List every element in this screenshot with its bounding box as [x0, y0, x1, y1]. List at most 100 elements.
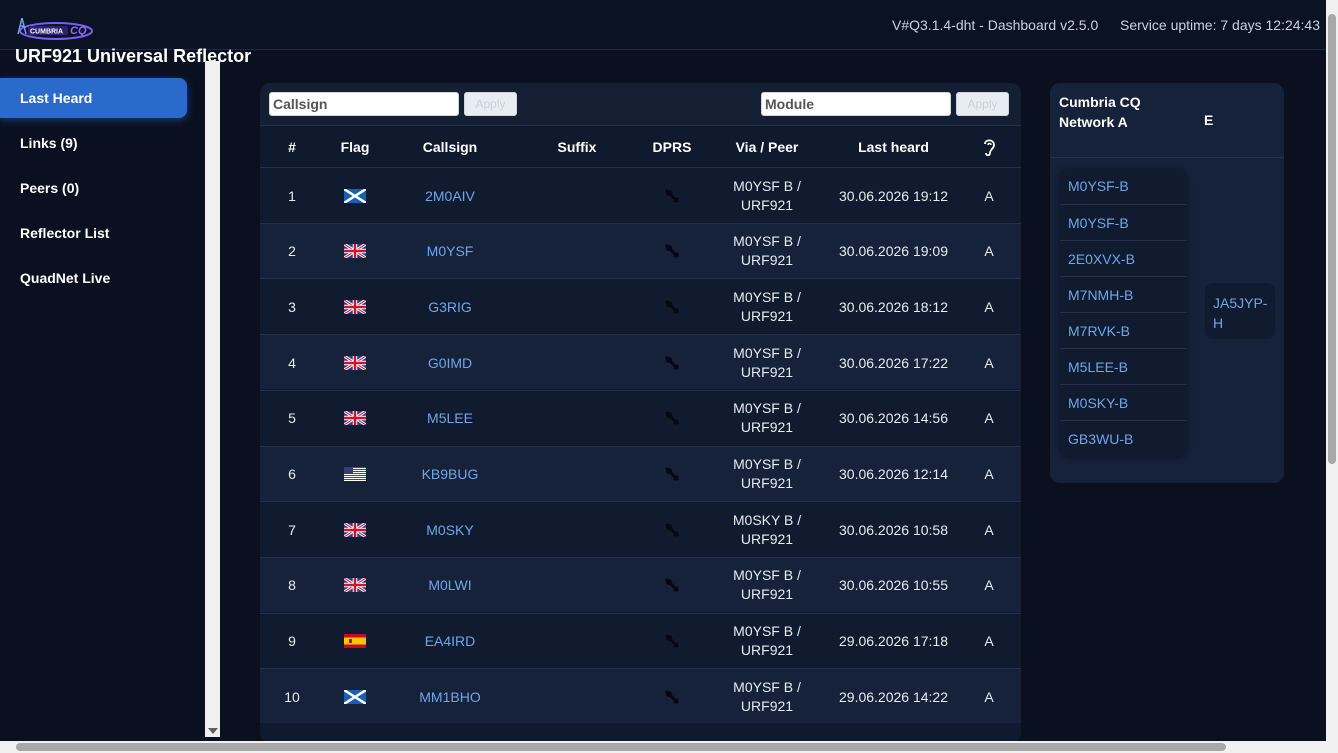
- suffix-cell: [514, 279, 640, 334]
- module-apply-button[interactable]: Apply: [956, 92, 1009, 116]
- flag-uk-icon: [324, 502, 386, 557]
- sidebar-item-last-heard[interactable]: Last Heard: [0, 78, 187, 118]
- peer-text: URF921: [740, 307, 794, 324]
- dprs-satellite-icon[interactable]: [640, 614, 704, 669]
- peer-text: URF921: [740, 642, 794, 659]
- peer-text: URF921: [740, 419, 794, 436]
- flag-uk-icon: [324, 279, 386, 334]
- via-peer-cell: M0YSF B / URF921: [704, 669, 830, 724]
- dprs-satellite-icon[interactable]: [640, 279, 704, 334]
- callsign-link[interactable]: M0YSF: [386, 224, 514, 279]
- module-cell: A: [984, 298, 994, 315]
- svg-text:CUMBRIA: CUMBRIA: [30, 29, 63, 36]
- vertical-scrollbar[interactable]: [1326, 0, 1338, 741]
- callsign-filter-input[interactable]: [269, 92, 459, 116]
- flag-uk-icon: [324, 335, 386, 390]
- dprs-satellite-icon[interactable]: [640, 391, 704, 446]
- sidebar-item-links[interactable]: Links (9): [0, 123, 187, 163]
- top-bar: CUMBRIA CQ V#Q3.1.4-dht - Dashboard v2.5…: [0, 0, 1326, 50]
- cumbria-cq-logo[interactable]: CUMBRIA CQ: [14, 14, 94, 44]
- col-last-heard: Last heard: [858, 139, 929, 155]
- peer-text: URF921: [740, 530, 794, 547]
- callsign-link[interactable]: EA4IRD: [386, 614, 514, 669]
- row-number: 5: [288, 410, 296, 427]
- module-link-item[interactable]: M0YSF-B: [1060, 204, 1187, 240]
- col-module: [957, 126, 1021, 168]
- sidebar-item-peers[interactable]: Peers (0): [0, 168, 187, 208]
- last-heard-cell: 30.06.2026 19:12: [839, 187, 948, 204]
- filter-row: Apply Apply: [260, 83, 1021, 125]
- module-link-item[interactable]: 2E0XVX-B: [1060, 240, 1187, 276]
- module-cell: A: [984, 521, 994, 538]
- module-a-title: Cumbria CQ Network A: [1059, 94, 1141, 130]
- callsign-link[interactable]: M0LWI: [386, 558, 514, 613]
- sidebar-item-reflector-list[interactable]: Reflector List: [0, 213, 187, 253]
- row-number: 1: [288, 187, 296, 204]
- callsign-link[interactable]: MM1BHO: [386, 669, 514, 724]
- uptime-text: Service uptime: 7 days 12:24:43: [1120, 17, 1321, 33]
- sidebar-scrollbar[interactable]: [205, 61, 220, 737]
- last-heard-cell: 30.06.2026 14:56: [839, 410, 948, 427]
- row-number: 2: [288, 243, 296, 260]
- dprs-satellite-icon[interactable]: [640, 669, 704, 724]
- row-number: 9: [288, 633, 296, 650]
- dprs-satellite-icon[interactable]: [640, 335, 704, 390]
- horizontal-scrollbar[interactable]: [0, 741, 1338, 753]
- dprs-satellite-icon[interactable]: [640, 502, 704, 557]
- via-text: M0YSF B /: [733, 456, 801, 472]
- dprs-satellite-icon[interactable]: [640, 224, 704, 279]
- via-text: M0YSF B /: [733, 177, 801, 194]
- last-heard-cell: 30.06.2026 12:14: [839, 466, 948, 482]
- col-suffix: Suffix: [557, 139, 597, 155]
- module-link-item[interactable]: M5LEE-B: [1060, 348, 1187, 384]
- module-e-title: E: [1204, 112, 1214, 128]
- module-link-item[interactable]: M7NMH-B: [1060, 276, 1187, 312]
- last-heard-cell: 29.06.2026 17:18: [839, 633, 948, 650]
- callsign-link[interactable]: G0IMD: [386, 335, 514, 390]
- callsign-link[interactable]: G3RIG: [386, 279, 514, 334]
- via-text: M0YSF B /: [733, 288, 801, 305]
- module-e-item[interactable]: JA5JYP-H: [1205, 283, 1275, 339]
- callsign-link[interactable]: 2M0AIV: [386, 168, 514, 223]
- peer-text: URF921: [740, 475, 794, 491]
- flag-uk-icon: [324, 391, 386, 446]
- module-filter-input[interactable]: [761, 92, 951, 116]
- module-link-item[interactable]: M7RVK-B: [1060, 312, 1187, 348]
- dprs-satellite-icon[interactable]: [640, 558, 704, 613]
- table-row: 7 M0SKY M0SKY B / URF921 30.06.2026 10:58 A: [260, 501, 1021, 557]
- via-peer-cell: M0SKY B / URF921: [704, 502, 830, 557]
- via-text: M0YSF B /: [733, 678, 801, 695]
- dprs-satellite-icon[interactable]: [640, 447, 704, 502]
- horizontal-scroll-thumb[interactable]: [16, 743, 1226, 751]
- callsign-link[interactable]: KB9BUG: [386, 447, 514, 502]
- table-row: 9 EA4IRD M0YSF B / URF921 29.06.2026 17:18 A: [260, 612, 1021, 669]
- vertical-scroll-thumb[interactable]: [1328, 14, 1336, 464]
- via-peer-cell: M0YSF B / URF921: [704, 224, 830, 279]
- module-a-list: M0YSF-B M0YSF-B 2E0XVX-B M7NMH-B M7RVK-B M5LE…: [1060, 168, 1187, 456]
- module-link-item[interactable]: M0SKY-B: [1060, 384, 1187, 420]
- dprs-satellite-icon[interactable]: [640, 168, 704, 223]
- callsign-link[interactable]: M0SKY: [386, 502, 514, 557]
- last-heard-cell: 30.06.2026 10:58: [839, 521, 948, 538]
- last-heard-cell: 29.06.2026 14:22: [839, 688, 948, 705]
- module-link-item[interactable]: GB3WU-B: [1060, 420, 1187, 456]
- modules-header: Cumbria CQ Network A E: [1050, 83, 1284, 158]
- callsign-apply-button[interactable]: Apply: [464, 92, 517, 116]
- col-number: #: [288, 139, 296, 155]
- modules-panel: Cumbria CQ Network A E M0YSF-B M0YSF-B 2E0…: [1050, 83, 1284, 483]
- table-row: 1 2M0AIV M0YSF B / URF921 30.06.2026 19:12 A: [260, 167, 1021, 222]
- module-link-item[interactable]: M0YSF-B: [1060, 168, 1187, 204]
- via-text: M0YSF B /: [733, 567, 801, 584]
- table-row: 4 G0IMD M0YSF B / URF921 30.06.2026 17:22 A: [260, 334, 1021, 390]
- peer-text: URF921: [740, 252, 794, 269]
- scroll-down-icon[interactable]: [208, 728, 218, 734]
- via-text: M0YSF B /: [733, 344, 801, 361]
- suffix-cell: [514, 391, 640, 446]
- module-cell: A: [984, 633, 994, 650]
- callsign-link[interactable]: M5LEE: [386, 391, 514, 446]
- module-cell: A: [984, 577, 994, 594]
- row-number: 8: [288, 577, 296, 594]
- peer-text: URF921: [740, 586, 794, 603]
- sidebar-item-quadnet-live[interactable]: QuadNet Live: [0, 258, 187, 298]
- ear-icon: [984, 139, 995, 157]
